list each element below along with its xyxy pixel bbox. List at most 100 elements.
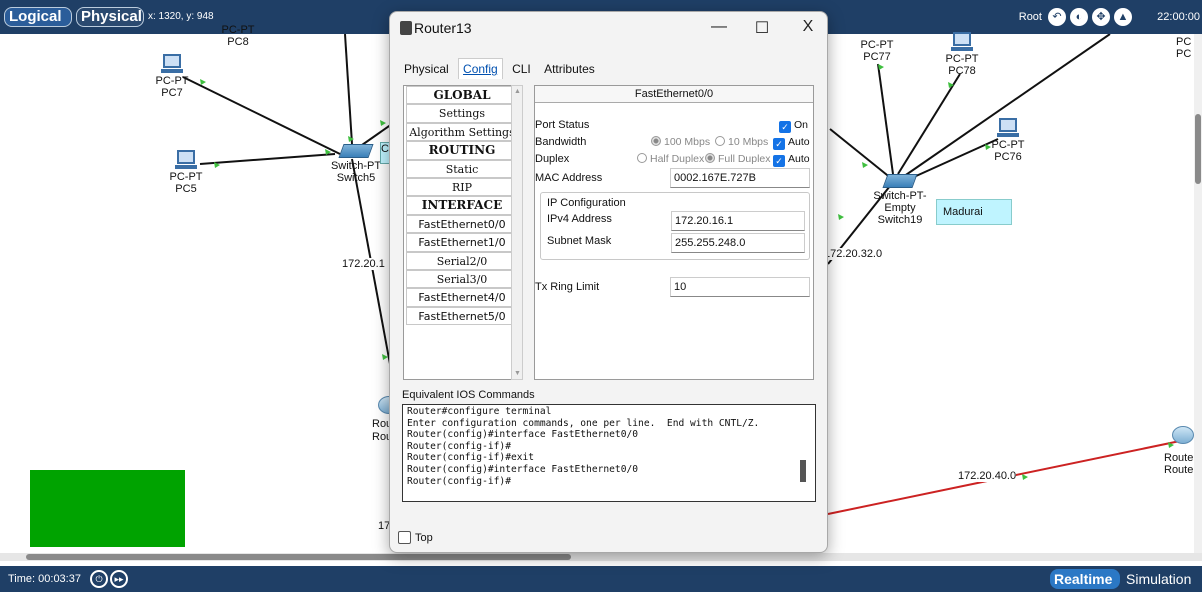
ip-config-label: IP Configuration bbox=[547, 197, 626, 209]
pc5-device[interactable]: PC-PT PC5 bbox=[164, 150, 208, 195]
router-icon[interactable] bbox=[1172, 426, 1194, 444]
pc77-type: PC-PT bbox=[860, 39, 894, 51]
link-pc5-switch5 bbox=[199, 153, 336, 165]
switch5-type: Switch-PT bbox=[330, 160, 382, 172]
half-duplex-radio[interactable]: Half Duplex bbox=[637, 153, 704, 165]
menu-rip[interactable]: RIP bbox=[406, 177, 518, 197]
switch19-type: Switch-PT-Empty bbox=[873, 190, 927, 214]
canvas-vertical-scrollbar[interactable] bbox=[1194, 34, 1202, 553]
port-status-label: Port Status bbox=[535, 119, 590, 131]
subnet-mask-field[interactable]: 255.255.248.0 bbox=[671, 233, 805, 253]
back-icon[interactable]: ↶ bbox=[1048, 8, 1066, 26]
bandwidth-100-radio[interactable]: 100 Mbps bbox=[651, 136, 710, 148]
scroll-down-icon[interactable]: ▼ bbox=[514, 370, 521, 377]
canvas-horizontal-scrollbar[interactable] bbox=[0, 553, 1202, 561]
pc77-device[interactable]: PC-PT PC77 bbox=[855, 39, 899, 63]
menu-algorithm-settings[interactable]: Algorithm Settings bbox=[406, 122, 518, 142]
config-menu: GLOBAL Settings Algorithm Settings ROUTI… bbox=[403, 85, 521, 380]
tab-cli[interactable]: CLI bbox=[508, 59, 535, 79]
simulation-button[interactable]: Simulation bbox=[1126, 569, 1191, 589]
minimize-button[interactable]: — bbox=[704, 18, 734, 36]
mac-address-field[interactable]: 0002.167E.727B bbox=[670, 168, 810, 188]
menu-fastethernet0-0[interactable]: FastEthernet0/0 bbox=[406, 214, 518, 234]
menu-fastethernet5-0[interactable]: FastEthernet5/0 bbox=[406, 306, 518, 326]
navigation-icon[interactable]: ◐ bbox=[1070, 8, 1088, 26]
viewport-icon[interactable]: ▲ bbox=[1114, 8, 1132, 26]
green-area bbox=[30, 470, 185, 547]
menu-fastethernet1-0[interactable]: FastEthernet1/0 bbox=[406, 233, 518, 252]
switch19-name: Switch19 bbox=[877, 214, 923, 226]
full-duplex-radio[interactable]: Full Duplex bbox=[705, 153, 771, 165]
check-icon: ✓ bbox=[779, 121, 791, 133]
dialog-title: Router13 bbox=[400, 20, 472, 36]
pc77-name: PC77 bbox=[863, 51, 891, 63]
net-label-right: 172.20.32.0 bbox=[824, 248, 883, 260]
logical-view-button[interactable]: Logical bbox=[4, 7, 72, 27]
switch5-name: Switch5 bbox=[336, 172, 376, 184]
ios-commands-label: Equivalent IOS Commands bbox=[402, 389, 535, 401]
menu-serial2-0[interactable]: Serial2/0 bbox=[406, 251, 518, 270]
top-checkbox[interactable]: Top bbox=[398, 531, 433, 544]
tab-config[interactable]: Config bbox=[458, 58, 503, 79]
link-left-switch19 bbox=[829, 128, 893, 180]
tx-ring-limit-field[interactable]: 10 bbox=[670, 277, 810, 297]
pc8-device[interactable]: PC-PT PC8 bbox=[218, 24, 258, 48]
menu-routing[interactable]: ROUTING bbox=[406, 141, 518, 160]
tab-attributes[interactable]: Attributes bbox=[540, 59, 599, 79]
pc7-type: PC-PT bbox=[155, 75, 189, 87]
ios-scrollbar-thumb[interactable] bbox=[800, 460, 806, 482]
link-pc8-switch5 bbox=[344, 34, 353, 145]
pc78-device[interactable]: PC-PT PC78 bbox=[940, 32, 984, 77]
bandwidth-auto-checkbox[interactable]: ✓ Auto bbox=[773, 136, 810, 150]
menu-settings[interactable]: Settings bbox=[406, 104, 518, 123]
link-pc7-switch5 bbox=[182, 76, 341, 155]
ios-commands-console[interactable]: Router#configure terminal Enter configura… bbox=[402, 404, 816, 502]
net-label-left: 172.20.1 bbox=[342, 258, 385, 270]
menu-static[interactable]: Static bbox=[406, 159, 518, 178]
power-cycle-icon[interactable]: ⏻ bbox=[90, 570, 108, 588]
close-button[interactable]: X bbox=[793, 18, 823, 36]
interface-panel: FastEthernet0/0 Port Status ✓ On Bandwidt… bbox=[534, 85, 814, 380]
link-pc77-switch19 bbox=[877, 63, 894, 175]
menu-global[interactable]: GLOBAL bbox=[406, 86, 518, 105]
port-status-checkbox[interactable]: ✓ On bbox=[779, 119, 808, 133]
pc-monitor-icon bbox=[177, 150, 195, 164]
menu-interface[interactable]: INTERFACE bbox=[406, 196, 518, 215]
tab-physical[interactable]: Physical bbox=[400, 59, 453, 79]
menu-serial3-0[interactable]: Serial3/0 bbox=[406, 269, 518, 289]
pc-monitor-icon bbox=[953, 32, 971, 46]
pc8-name: PC8 bbox=[227, 36, 249, 48]
scroll-up-icon[interactable]: ▲ bbox=[514, 88, 521, 95]
pc76-name: PC76 bbox=[994, 151, 1022, 163]
madurai-note[interactable]: Madurai bbox=[936, 199, 1012, 225]
logical-label: Logical bbox=[9, 8, 62, 25]
ipv4-address-field[interactable]: 172.20.16.1 bbox=[671, 211, 805, 231]
pc76-device[interactable]: PC-PT PC76 bbox=[986, 118, 1030, 163]
duplex-auto-checkbox[interactable]: ✓ Auto bbox=[773, 153, 810, 167]
root-label: Root bbox=[1018, 11, 1042, 23]
pc-partial-device[interactable]: PC PC bbox=[1176, 36, 1194, 60]
subnet-mask-label: Subnet Mask bbox=[547, 235, 612, 247]
switch5-device[interactable]: Switch-PT Switch5 bbox=[328, 144, 384, 184]
pc7-device[interactable]: PC-PT PC7 bbox=[150, 54, 194, 99]
physical-view-button[interactable]: Physical bbox=[76, 7, 144, 27]
fast-forward-icon[interactable]: ▸▸ bbox=[110, 570, 128, 588]
pc-monitor-icon bbox=[999, 118, 1017, 132]
pc78-type: PC-PT bbox=[945, 53, 979, 65]
bandwidth-10-radio[interactable]: 10 Mbps bbox=[715, 136, 768, 148]
router-right-label: Router Route bbox=[1164, 452, 1194, 476]
ip-configuration-group: IP Configuration IPv4 Address 172.20.16.… bbox=[540, 192, 810, 260]
pc8-type: PC-PT bbox=[221, 24, 255, 36]
bandwidth-label: Bandwidth bbox=[535, 136, 587, 148]
realtime-button[interactable]: Realtime bbox=[1050, 569, 1120, 589]
switch-icon bbox=[338, 144, 374, 158]
menu-fastethernet4-0[interactable]: FastEthernet4/0 bbox=[406, 288, 518, 307]
menu-scrollbar[interactable]: ▲ ▼ bbox=[511, 85, 523, 380]
move-icon[interactable]: ✥ bbox=[1092, 8, 1110, 26]
physical-label: Physical bbox=[81, 8, 142, 25]
pc-monitor-icon bbox=[163, 54, 181, 68]
time-label: Time: 00:03:37 bbox=[8, 573, 81, 585]
switch19-device[interactable]: Switch-PT-Empty Switch19 bbox=[858, 174, 942, 226]
pc76-type: PC-PT bbox=[991, 139, 1025, 151]
maximize-button[interactable]: ☐ bbox=[747, 18, 777, 38]
